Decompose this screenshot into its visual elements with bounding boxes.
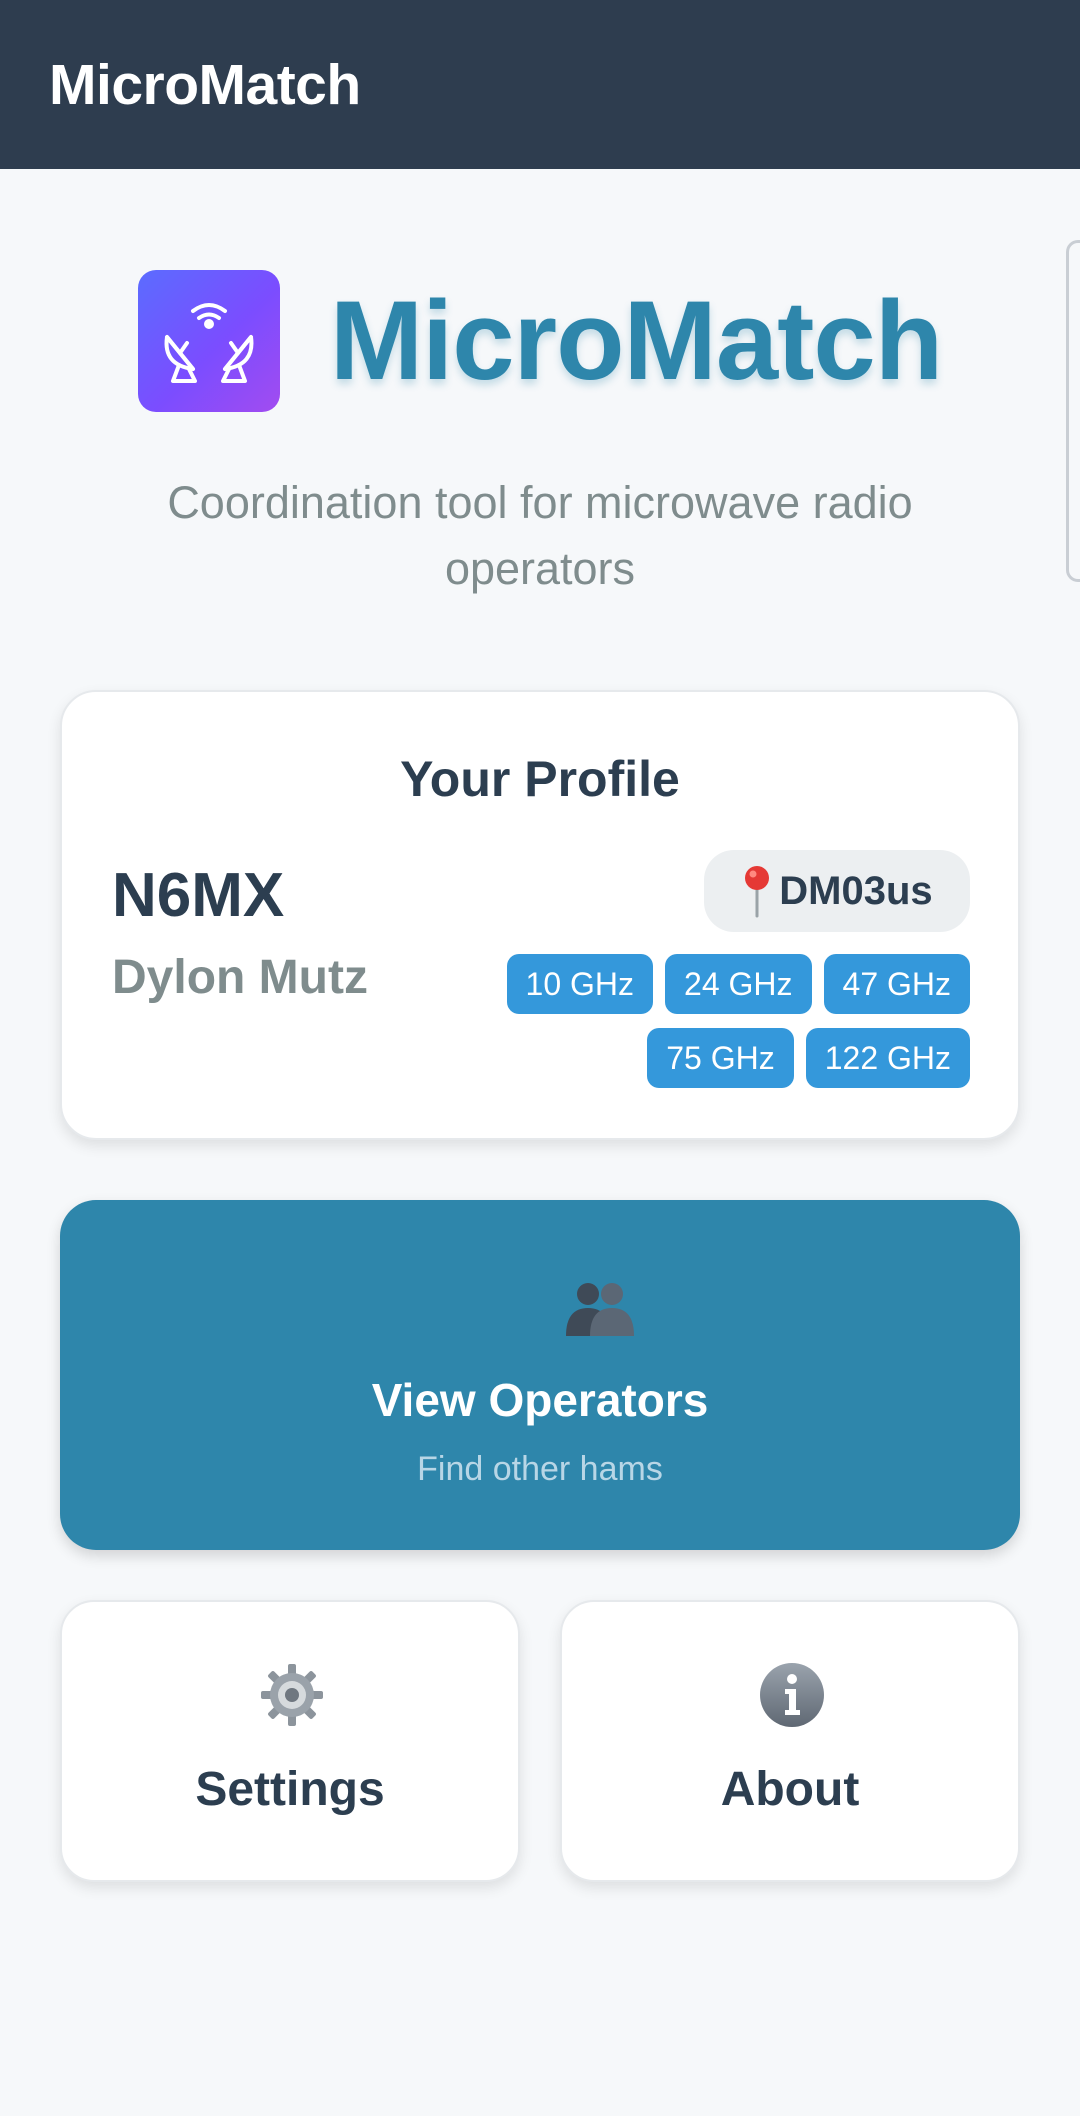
view-operators-label: View Operators [371, 1374, 709, 1426]
band-chip: 10 GHz [506, 954, 654, 1014]
tagline: Coordination tool for microwave radio op… [167, 477, 913, 594]
app-logo [137, 269, 280, 412]
satellite-dish-icon [164, 302, 254, 383]
about-button[interactable]: About [560, 1600, 1020, 1882]
brand-title: MicroMatch [329, 277, 943, 403]
app-bar-title: MicroMatch [49, 52, 361, 117]
view-operators-button[interactable]: View Operators Find other hams [60, 1200, 1020, 1550]
settings-button[interactable]: Settings [60, 1600, 520, 1882]
info-icon [760, 1663, 824, 1727]
band-chip: 122 GHz [805, 1028, 970, 1088]
gear-icon [261, 1664, 323, 1726]
settings-label: Settings [195, 1763, 385, 1816]
grid-locator-badge: DM03us [704, 850, 970, 932]
band-chip: 75 GHz [647, 1028, 794, 1088]
people-icon [566, 1283, 634, 1336]
operator-name: Dylon Mutz [112, 951, 368, 1004]
profile-card[interactable]: Your Profile N6MX Dylon Mutz DM03us 10 G… [60, 690, 1020, 1140]
about-label: About [720, 1763, 860, 1816]
callsign: N6MX [112, 861, 285, 930]
band-chip: 24 GHz [665, 954, 812, 1014]
band-list: 10 GHz 24 GHz 47 GHz 75 GHz 122 GHz [490, 954, 970, 1088]
pin-icon [745, 866, 770, 918]
profile-heading: Your Profile [400, 751, 680, 807]
hero-header: MicroMatch [0, 268, 1080, 413]
view-operators-subtitle: Find other hams [417, 1450, 663, 1488]
band-chip: 47 GHz [823, 954, 970, 1014]
app-bar: MicroMatch [0, 0, 1080, 169]
grid-locator: DM03us [779, 868, 933, 913]
